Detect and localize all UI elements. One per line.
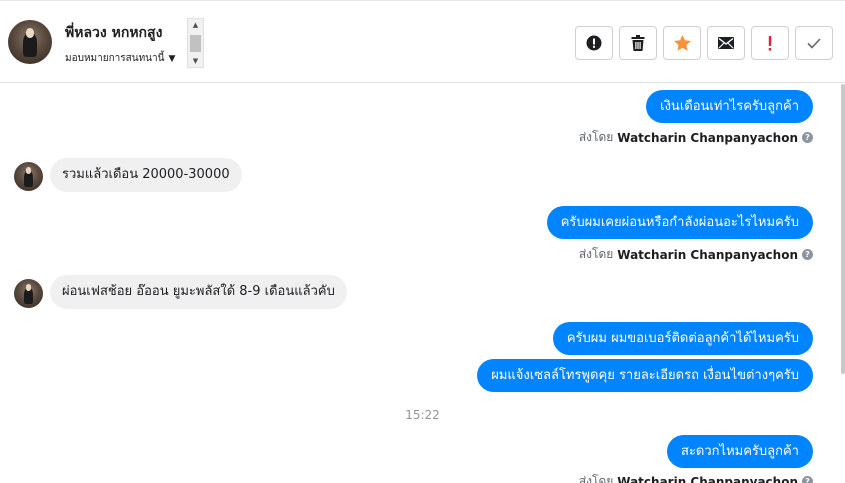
star-icon [673, 35, 691, 51]
help-icon[interactable]: ? [802, 249, 813, 260]
mark-unread-button[interactable] [707, 26, 745, 60]
help-icon[interactable]: ? [802, 476, 813, 483]
sent-by-label: ส่งโดย Watcharin Chanpanyachon ? [579, 245, 813, 264]
assign-label: มอบหมายการสนทนานี้ [65, 53, 165, 64]
contact-avatar-small[interactable] [14, 162, 43, 191]
incoming-message[interactable]: ผ่อนเฟสช้อย อ๊ออน ยูมะพลัสใด้ 8-9 เดือนแ… [50, 275, 347, 309]
thread-scrollbar[interactable] [841, 84, 845, 374]
outgoing-message[interactable]: ครับผม ผมขอเบอร์ติดต่อลูกค้าได้ไหมครับ [552, 322, 813, 355]
sent-by-label: ส่งโดย Watcharin Chanpanyachon ? [579, 128, 813, 147]
message-timestamp: 15:22 [405, 408, 440, 422]
delete-button[interactable] [619, 26, 657, 60]
sender-name: Watcharin Chanpanyachon [617, 130, 798, 145]
avatar-face [25, 27, 35, 38]
conversation-actions [575, 26, 833, 60]
sent-by-prefix: ส่งโดย [578, 474, 614, 483]
header-scrollbar[interactable]: ▲ ▼ [187, 18, 204, 68]
sender-name: Watcharin Chanpanyachon [617, 474, 798, 483]
scroll-thumb[interactable] [190, 35, 201, 52]
scroll-up-icon[interactable]: ▲ [188, 19, 203, 31]
help-icon[interactable]: ? [802, 132, 813, 143]
outgoing-message[interactable]: ครับผมเคยผ่อนหรือกำลังผ่อนอะไรไหมครับ [546, 206, 813, 239]
envelope-icon [718, 37, 734, 49]
exclamation-icon [768, 35, 772, 51]
contact-avatar[interactable] [8, 20, 52, 64]
contact-avatar-small[interactable] [14, 279, 43, 308]
exclamation-circle-icon [586, 35, 602, 51]
sent-by-prefix: ส่งโดย [578, 247, 614, 261]
caret-down-icon: ▼ [168, 53, 176, 64]
incoming-message[interactable]: รวมแล้วเดือน 20000-30000 [50, 158, 242, 192]
mark-spam-button[interactable] [575, 26, 613, 60]
scroll-down-icon[interactable]: ▼ [188, 55, 203, 67]
outgoing-message[interactable]: สะดวกไหมครับลูกค้า [667, 435, 813, 468]
message-thread[interactable]: เงินเดือนเท่าไรครับลูกค้า ส่งโดย Watchar… [0, 84, 845, 483]
trash-icon [631, 35, 645, 51]
conversation-header: พี่หลวง หกหกสูง มอบหมายการสนทนานี้ ▼ ▲ ▼ [0, 0, 845, 83]
mark-done-button[interactable] [795, 26, 833, 60]
avatar-face [25, 167, 32, 174]
star-button[interactable] [663, 26, 701, 60]
check-icon [807, 37, 821, 49]
avatar-face [25, 284, 32, 291]
outgoing-message[interactable]: ผมแจ้งเซลล์โทรพูดคุย รายละเอียดรถ เงื่อน… [477, 359, 813, 392]
important-button[interactable] [751, 26, 789, 60]
contact-name[interactable]: พี่หลวง หกหกสูง [65, 22, 162, 44]
assign-conversation-dropdown[interactable]: มอบหมายการสนทนานี้ ▼ [65, 51, 175, 66]
outgoing-message[interactable]: เงินเดือนเท่าไรครับลูกค้า [646, 90, 813, 123]
sent-by-label: ส่งโดย Watcharin Chanpanyachon ? [579, 472, 813, 483]
sender-name: Watcharin Chanpanyachon [617, 247, 798, 262]
sent-by-prefix: ส่งโดย [578, 130, 614, 144]
